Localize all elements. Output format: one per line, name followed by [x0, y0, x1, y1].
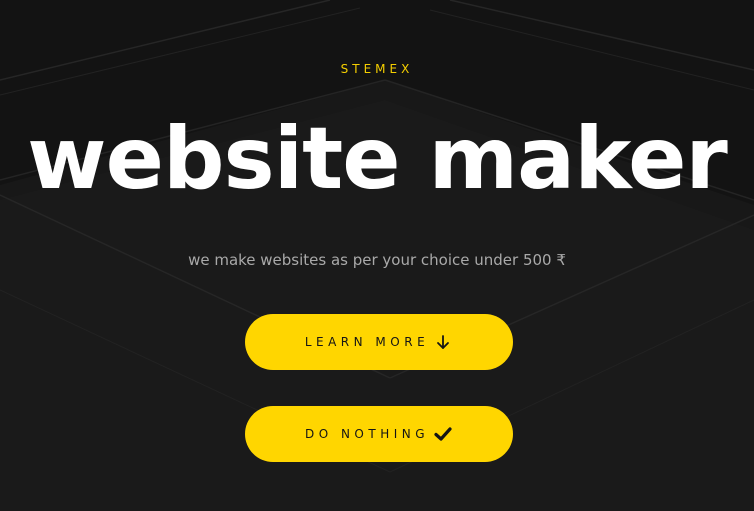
do-nothing-label: DO NOTHING — [304, 427, 430, 441]
brand-eyebrow: STEMEX — [340, 62, 414, 76]
do-nothing-button[interactable]: DO NOTHING — [245, 406, 513, 462]
learn-more-label: LEARN MORE — [304, 335, 430, 349]
hero-section: STEMEX website maker we make websites as… — [0, 0, 754, 511]
arrow-down-icon — [433, 332, 453, 352]
learn-more-button[interactable]: LEARN MORE — [245, 314, 513, 370]
hero-subtitle: we make websites as per your choice unde… — [188, 251, 566, 269]
page-title: website maker — [27, 109, 728, 209]
checkmark-icon — [433, 424, 453, 444]
